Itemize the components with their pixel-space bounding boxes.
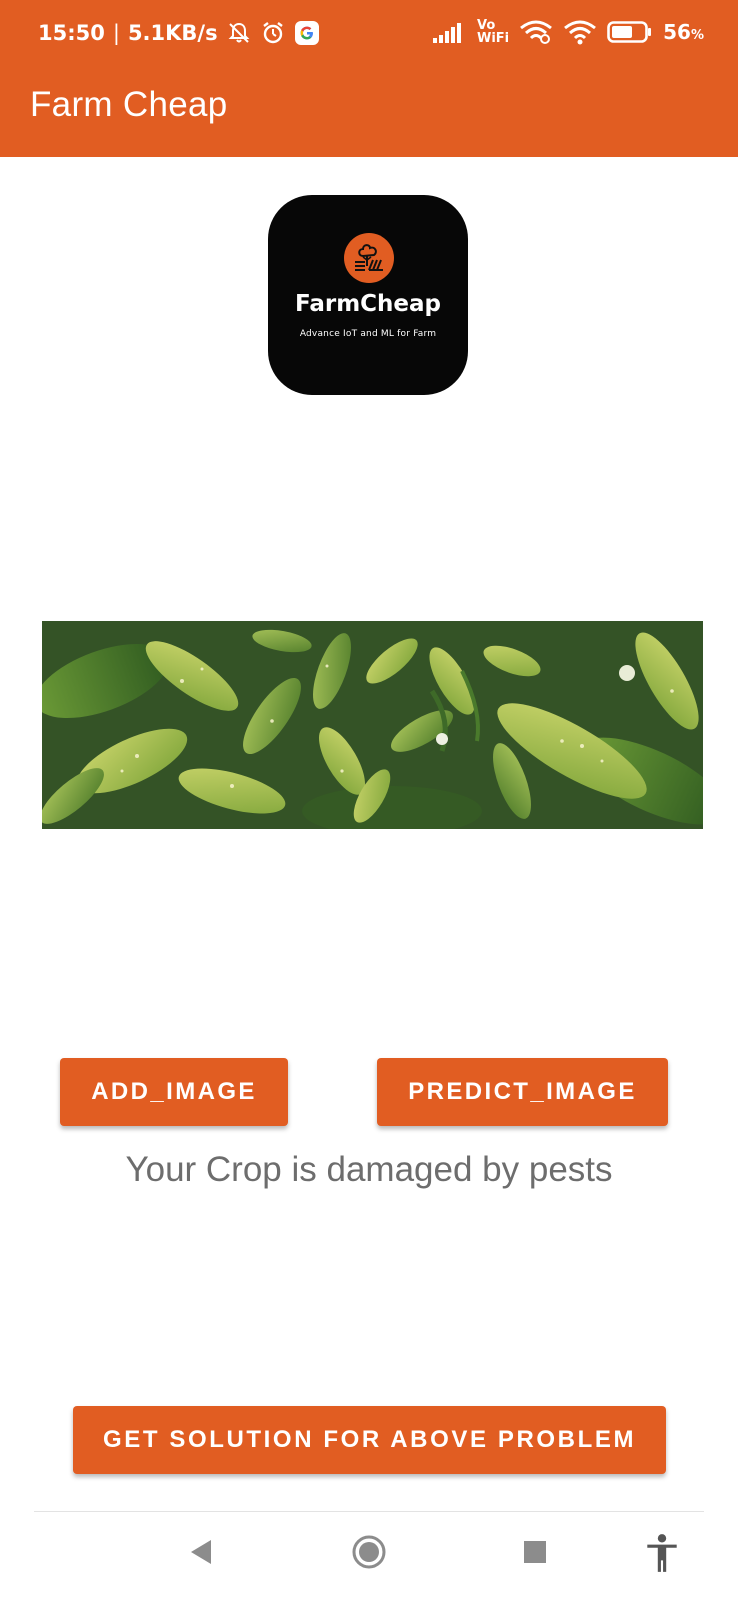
status-time: 15:50 xyxy=(38,21,105,45)
accessibility-icon[interactable] xyxy=(641,1532,683,1574)
notifications-muted-icon xyxy=(228,22,250,43)
logo-name: FarmCheap xyxy=(294,291,442,317)
system-nav-bar xyxy=(0,1512,738,1600)
farm-logo-icon xyxy=(344,233,394,283)
back-icon[interactable] xyxy=(181,1532,221,1572)
crop-leaf-photo-art xyxy=(42,621,703,829)
status-left: 15:50 | 5.1KB/s xyxy=(38,18,320,48)
add-image-button[interactable]: ADD_IMAGE xyxy=(60,1058,288,1126)
predict-image-button[interactable]: PREDICT_IMAGE xyxy=(377,1058,668,1126)
battery-percent: 56% xyxy=(663,20,704,44)
logo-tagline: Advance IoT and ML for Farm xyxy=(299,329,437,339)
crop-leaf-photo xyxy=(42,621,703,829)
status-separator: | xyxy=(112,21,120,45)
vowifi-label: Vo WiFi xyxy=(477,19,509,45)
app-bar: 15:50 | 5.1KB/s Vo WiFi 56% Farm Cheap xyxy=(0,0,738,157)
app-logo: FarmCheap Advance IoT and ML for Farm xyxy=(268,195,468,395)
toolbar-title: Farm Cheap xyxy=(30,85,228,124)
wifi-link-icon xyxy=(520,20,553,44)
get-solution-button[interactable]: GET SOLUTION FOR ABOVE PROBLEM xyxy=(73,1406,666,1474)
alarm-icon xyxy=(262,22,283,44)
wifi-icon xyxy=(564,20,597,45)
status-speed: 5.1KB/s xyxy=(127,21,218,45)
signal-icon xyxy=(432,23,461,43)
recents-icon[interactable] xyxy=(515,1532,555,1572)
battery-icon xyxy=(607,21,652,43)
google-icon xyxy=(294,21,319,45)
vowifi-bottom: WiFi xyxy=(476,31,510,46)
prediction-result-text: Your Crop is damaged by pests xyxy=(125,1150,613,1189)
status-right: Vo WiFi 56% xyxy=(432,16,704,48)
home-icon[interactable] xyxy=(349,1532,389,1572)
status-bar: 15:50 | 5.1KB/s Vo WiFi 56% xyxy=(0,0,738,64)
